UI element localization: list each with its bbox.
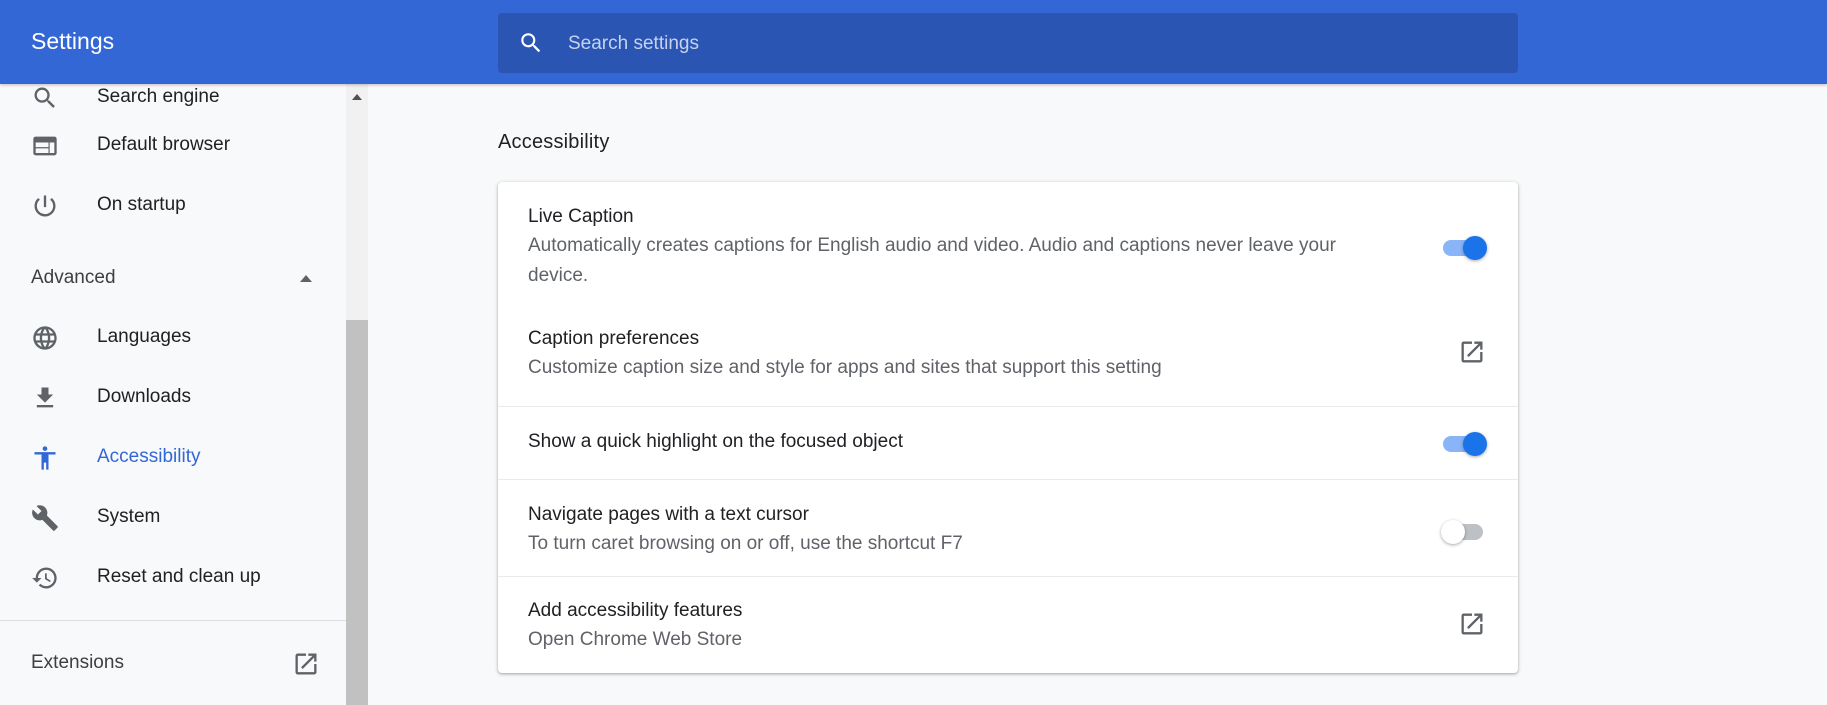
row-title: Live Caption [528, 206, 634, 227]
open-in-new-icon[interactable] [1458, 610, 1486, 638]
add-accessibility-features-row[interactable]: Add accessibility features Open Chrome W… [498, 576, 1518, 674]
row-subtitle: Customize caption size and style for app… [528, 357, 1162, 378]
toggle-knob [1463, 432, 1487, 456]
sidebar-item-label: Accessibility [97, 446, 201, 467]
sidebar-item-languages[interactable]: Languages [0, 310, 346, 364]
search-box[interactable] [498, 13, 1518, 75]
power-icon [34, 195, 56, 217]
search-icon [34, 87, 55, 108]
wrench-icon [32, 505, 58, 531]
focus-highlight-row[interactable]: Show a quick highlight on the focused ob… [498, 406, 1518, 479]
sidebar-item-label: Languages [97, 326, 192, 347]
toggle-knob [1463, 236, 1487, 260]
download-icon [36, 387, 54, 408]
accessibility-icon [34, 446, 56, 470]
sidebar-item-label: On startup [97, 194, 186, 215]
open-in-new-icon[interactable] [292, 650, 320, 678]
focus-highlight-toggle[interactable] [1441, 430, 1489, 456]
sidebar-item-reset[interactable]: Reset and clean up [0, 550, 346, 604]
top-app-bar: Settings [0, 0, 1827, 84]
sidebar-item-on-startup[interactable]: On startup [0, 178, 346, 232]
sidebar-item-system[interactable]: System [0, 490, 346, 544]
sidebar-item-accessibility[interactable]: Accessibility [0, 430, 346, 484]
sidebar-item-label: Default browser [97, 134, 231, 155]
row-subtitle: To turn caret browsing on or off, use th… [528, 533, 963, 554]
sidebar-item-label: System [97, 506, 161, 527]
search-icon[interactable] [518, 30, 544, 56]
toggle-knob [1441, 520, 1465, 544]
globe-icon [33, 326, 57, 350]
live-caption-row[interactable]: Live Caption Automatically creates capti… [498, 182, 1518, 306]
accessibility-card: Live Caption Automatically creates capti… [498, 182, 1518, 673]
caption-preferences-row[interactable]: Caption preferences Customize caption si… [498, 306, 1518, 406]
search-input[interactable] [566, 13, 1490, 75]
sidebar-scrollbar[interactable] [346, 84, 368, 705]
caret-browsing-toggle[interactable] [1441, 518, 1489, 544]
restore-icon [32, 567, 57, 589]
caret-browsing-row[interactable]: Navigate pages with a text cursor To tur… [498, 479, 1518, 576]
sidebar-item-label: Reset and clean up [97, 566, 261, 587]
sidebar: Search engine Default browser On startup… [0, 0, 346, 705]
scroll-up-arrow-icon[interactable] [352, 92, 362, 100]
sidebar-item-label: Downloads [97, 386, 191, 407]
row-subtitle: Open Chrome Web Store [528, 629, 743, 650]
open-in-new-icon[interactable] [1458, 338, 1486, 366]
sidebar-item-label: Search engine [97, 86, 220, 107]
scrollbar-thumb[interactable] [346, 320, 368, 705]
row-subtitle: Automatically creates captions for Engli… [528, 235, 1336, 286]
sidebar-item-extensions[interactable]: Extensions [31, 652, 124, 674]
sidebar-divider [0, 620, 346, 621]
row-title: Navigate pages with a text cursor [528, 504, 809, 525]
browser-icon [33, 136, 57, 156]
sidebar-item-default-browser[interactable]: Default browser [0, 118, 346, 172]
row-title: Add accessibility features [528, 600, 743, 621]
live-caption-toggle[interactable] [1441, 234, 1489, 260]
chevron-up-icon[interactable] [298, 271, 314, 285]
row-title: Show a quick highlight on the focused ob… [528, 431, 903, 452]
page-title: Accessibility [498, 131, 610, 153]
row-title: Caption preferences [528, 328, 700, 349]
app-title: Settings [31, 28, 115, 54]
advanced-section-toggle[interactable]: Advanced [31, 267, 116, 289]
sidebar-item-downloads[interactable]: Downloads [0, 370, 346, 424]
